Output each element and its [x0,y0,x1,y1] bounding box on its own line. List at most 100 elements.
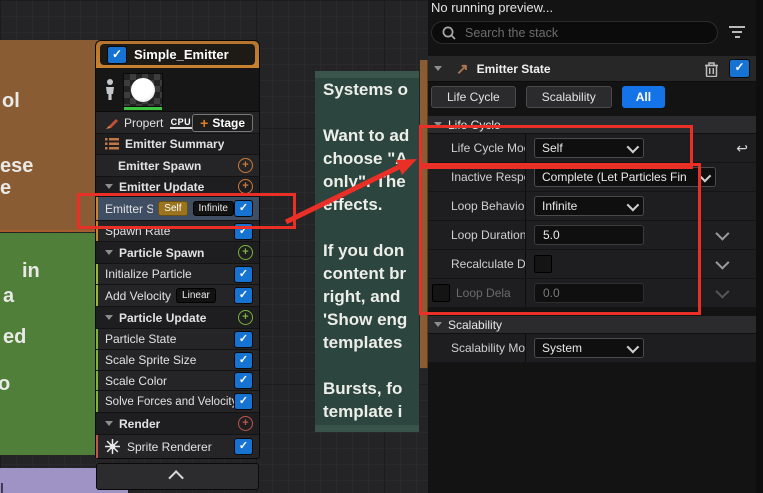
stack-search-bar[interactable] [431,21,718,44]
loop-duration-input[interactable]: 5.0 [534,225,644,245]
particle-state-row[interactable]: Particle State ✓ [96,329,259,350]
brush-icon [105,116,119,130]
add-velocity-label: Add Velocity [105,289,171,303]
module-enabled-checkbox[interactable]: ✓ [234,372,253,389]
search-icon [442,26,456,40]
collapse-triangle-icon[interactable] [105,421,113,426]
scale-sprite-size-row[interactable]: Scale Sprite Size ✓ [96,350,259,371]
chevron-down-icon [627,340,640,353]
add-module-icon[interactable]: + [238,245,253,260]
stage-color-strip [96,350,98,370]
life-cycle-mode-row: Life Cycle Moc Self ↩ [428,134,756,163]
loop-delay-enable-checkbox[interactable] [432,284,450,302]
inactive-response-dropdown[interactable]: Complete (Let Particles Fin [534,167,716,187]
scalability-mode-dropdown[interactable]: System [534,338,644,358]
collapse-triangle-icon[interactable] [434,322,442,327]
emitter-state-row[interactable]: Emitter State Self Infinite ✓ [96,197,259,221]
life-cycle-section-label: Life Cycle [448,118,501,132]
add-module-icon[interactable]: + [238,310,253,325]
collapse-triangle-icon[interactable] [105,315,113,320]
selection-details-panel: No running preview... ↗ Emitter State ✓ … [428,0,763,493]
loop-behavior-dropdown[interactable]: Infinite [534,196,644,216]
renderer-enabled-checkbox[interactable]: ✓ [234,438,253,455]
sprite-renderer-row[interactable]: Sprite Renderer ✓ [96,435,259,458]
module-enabled-checkbox[interactable]: ✓ [234,266,253,283]
emitter-state-label: Emitter State [105,202,153,216]
module-enabled-checkbox[interactable]: ✓ [234,331,253,348]
section-enabled-checkbox[interactable]: ✓ [729,59,750,78]
tab-scalability[interactable]: Scalability [526,86,612,108]
trash-icon[interactable] [704,61,719,77]
loop-duration-row: Loop Duration 5.0 [428,221,756,250]
spawn-rate-row[interactable]: Spawn Rate ✓ [96,221,259,242]
initialize-particle-row[interactable]: Initialize Particle ✓ [96,264,259,285]
recalculate-checkbox[interactable] [534,255,552,273]
particle-spawn-row[interactable]: Particle Spawn + [96,242,259,264]
dropdown-value: System [542,341,621,355]
linear-badge: Linear [176,288,216,303]
scalability-section[interactable]: Scalability [428,316,756,334]
chevron-down-icon [627,198,640,211]
module-enabled-checkbox[interactable]: ✓ [234,287,253,304]
expand-chevron-icon[interactable] [715,227,729,241]
loop-delay-label: Loop Dela [456,286,511,300]
emitter-enabled-checkbox[interactable]: ✓ [107,46,127,64]
comment-line: choose "A [315,147,419,170]
cpu-icon: CPU [170,117,193,129]
collapse-triangle-icon[interactable] [105,184,113,189]
add-module-icon[interactable]: + [238,158,253,173]
expand-chevron-icon[interactable] [715,256,729,270]
emitter-thumbnail[interactable] [124,74,162,106]
comment-fragment: ol [2,90,20,113]
emitter-node-title-bar: ✓ Simple_Emitter [100,44,255,65]
solve-forces-row[interactable]: Solve Forces and Velocity ✓ [96,391,259,413]
module-enabled-checkbox[interactable]: ✓ [234,393,253,410]
life-cycle-mode-dropdown[interactable]: Self [534,138,644,158]
sprite-renderer-label: Sprite Renderer [127,440,212,454]
collapse-triangle-icon[interactable] [105,250,113,255]
emitter-summary-row[interactable]: Emitter Summary [96,134,259,155]
emitter-node-header[interactable]: ✓ Simple_Emitter [96,41,259,68]
dropdown-value: Self [542,141,621,155]
summary-list-icon [105,138,119,150]
tab-all[interactable]: All [622,86,665,108]
comment-note[interactable]: Systems o Want to ad choose "A only". Th… [315,71,419,432]
stage-color-strip [96,435,98,458]
module-enabled-checkbox[interactable]: ✓ [234,223,253,240]
emitter-spawn-row[interactable]: Emitter Spawn + [96,155,259,177]
filter-icon[interactable] [729,26,745,38]
emitter-state-section-header[interactable]: ↗ Emitter State ✓ [428,56,756,82]
add-velocity-row[interactable]: Add Velocity Linear ✓ [96,285,259,307]
life-cycle-mode-label: Life Cycle Moc [428,134,526,162]
node-collapse-footer[interactable] [96,463,259,490]
tab-life-cycle[interactable]: Life Cycle [431,86,516,108]
preview-status-text: No running preview... [431,0,553,15]
module-enabled-checkbox[interactable]: ✓ [234,200,253,217]
emitter-update-row[interactable]: Emitter Update + [96,177,259,197]
add-module-icon[interactable]: + [238,179,253,194]
reset-to-default-icon[interactable]: ↩ [736,140,748,157]
loop-delay-row: Loop Dela 0.0 [428,279,756,308]
emitter-node-title: Simple_Emitter [134,47,229,62]
collapse-triangle-icon[interactable] [434,122,442,127]
collapse-triangle-icon[interactable] [434,66,442,71]
add-renderer-icon[interactable]: + [238,416,253,431]
comment-line: Want to ad [315,124,419,147]
add-stage-button[interactable]: + Stage [192,114,253,132]
emitter-summary-label: Emitter Summary [125,137,224,151]
emitter-thumbnail-row [96,68,259,112]
render-row[interactable]: Render + [96,413,259,435]
panel-scrollbar[interactable] [756,0,763,493]
scale-color-row[interactable]: Scale Color ✓ [96,371,259,391]
search-input[interactable] [463,25,707,41]
chevron-up-icon [168,470,184,486]
module-enabled-checkbox[interactable]: ✓ [234,352,253,369]
properties-row[interactable]: Properties CPU + Stage [96,112,259,134]
life-cycle-section[interactable]: Life Cycle [428,116,756,134]
emitter-node[interactable]: ✓ Simple_Emitter Properties CPU + Stage [95,40,260,459]
recalculate-duration-label: Recalculate Du [428,250,526,278]
particle-update-row[interactable]: Particle Update + [96,307,259,329]
loop-delay-input[interactable]: 0.0 [534,283,644,303]
scalability-mode-row: Scalability Mo System [428,334,756,363]
graph-canvas[interactable]: ol ese e in a ed o l Systems o Want to a… [0,0,428,493]
